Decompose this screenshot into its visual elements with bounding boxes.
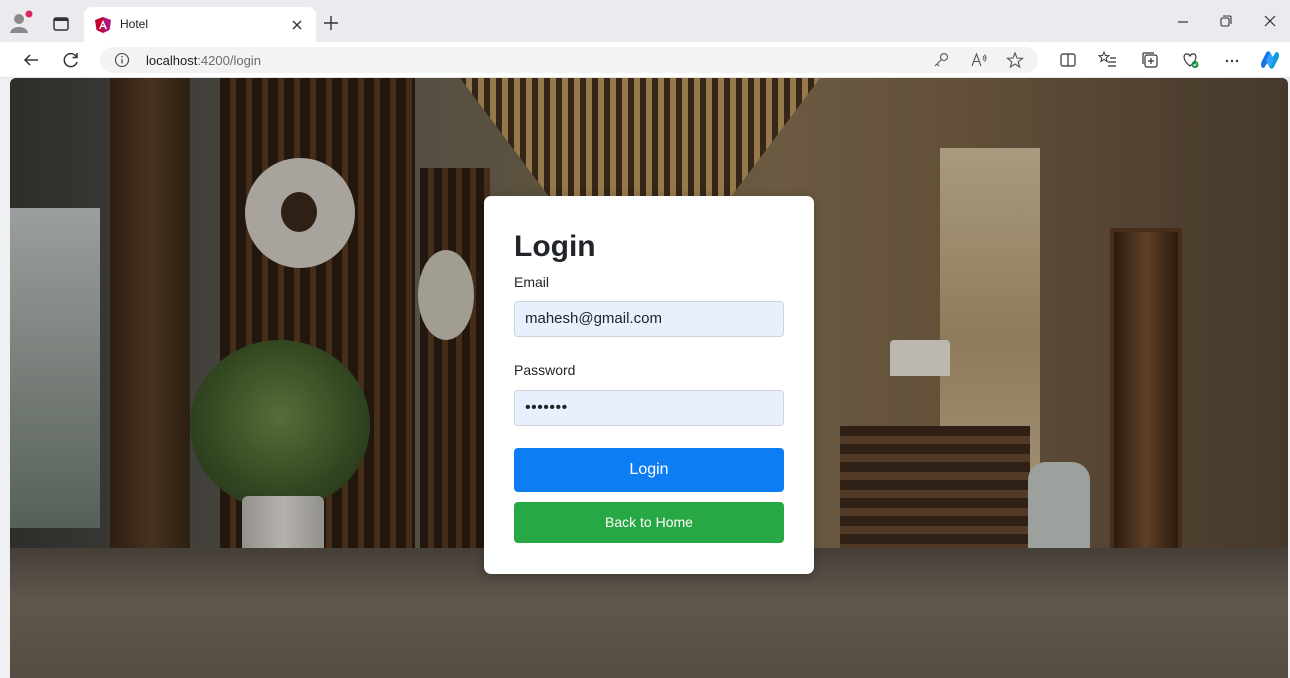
browser-tab[interactable]: Hotel (84, 7, 316, 42)
more-icon[interactable] (1222, 50, 1242, 70)
back-arrow-icon[interactable] (20, 49, 42, 71)
tab-actions-icon[interactable] (50, 13, 72, 35)
address-bar[interactable]: localhost:4200/login (100, 47, 1038, 73)
page-title: Login (514, 230, 596, 263)
read-aloud-icon[interactable] (970, 51, 988, 69)
favorites-list-icon[interactable] (1097, 50, 1118, 70)
minimize-icon[interactable] (1170, 11, 1196, 33)
profile-icon[interactable] (8, 10, 34, 36)
page-viewport: Login Email mahesh@gmail.com Password ••… (10, 78, 1288, 678)
back-to-home-button[interactable]: Back to Home (514, 502, 784, 543)
performance-icon[interactable] (1180, 50, 1200, 70)
browser-toolbar: localhost:4200/login (0, 42, 1290, 78)
star-icon[interactable] (1006, 51, 1024, 69)
refresh-icon[interactable] (60, 49, 82, 71)
password-label: Password (514, 362, 576, 378)
url-path: :4200/login (197, 53, 261, 68)
split-screen-icon[interactable] (1058, 50, 1078, 70)
url-text[interactable]: localhost:4200/login (146, 53, 261, 68)
email-field[interactable]: mahesh@gmail.com (514, 301, 784, 337)
plus-icon[interactable] (320, 12, 342, 34)
login-card: Login Email mahesh@gmail.com Password ••… (484, 196, 814, 574)
close-icon[interactable] (288, 16, 306, 34)
tab-strip: Hotel (0, 0, 1290, 42)
restore-icon[interactable] (1212, 11, 1238, 33)
close-window-icon[interactable] (1257, 11, 1283, 33)
url-host: localhost (146, 53, 198, 68)
password-field[interactable]: ••••••• (514, 390, 784, 426)
info-icon[interactable] (114, 52, 130, 68)
key-icon[interactable] (932, 51, 950, 69)
angular-favicon-icon (94, 16, 112, 34)
login-button[interactable]: Login (514, 448, 784, 492)
collections-icon[interactable] (1140, 50, 1160, 70)
tab-title: Hotel (120, 17, 149, 31)
email-label: Email (514, 274, 550, 290)
copilot-icon[interactable] (1258, 48, 1282, 72)
